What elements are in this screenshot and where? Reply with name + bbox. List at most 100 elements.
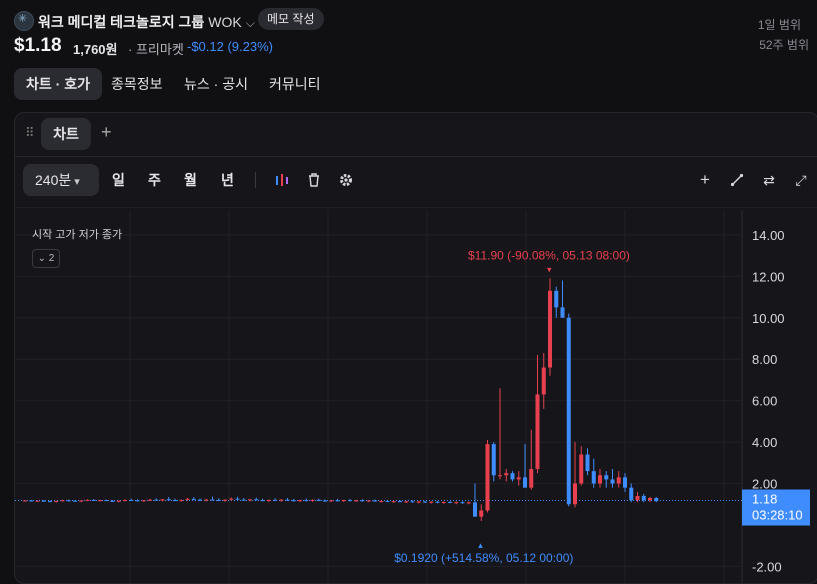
candle-body [404,501,409,503]
legend-collapse-button[interactable]: ⌄ 2 [32,249,60,268]
candle-body [410,501,415,503]
candle-body [516,477,521,480]
candle-body [173,500,177,502]
candle-body [235,498,240,500]
candle-body [316,499,321,501]
candle-body [204,499,209,501]
candle-body [335,500,340,502]
tab-news[interactable]: 뉴스 · 공시 [184,68,248,100]
indicator-count: 2 [48,253,55,264]
candle-body [79,500,84,502]
candle-body [110,500,115,502]
candle-body [629,487,634,501]
candle-body [198,499,202,501]
range-52w-label[interactable]: 52주 범위 [759,36,809,53]
candle-body [441,501,446,503]
candle-body [491,444,496,476]
candle-body [123,499,127,501]
candle-body [654,498,659,502]
candle-body [648,498,652,501]
candle-body [160,499,165,501]
y-tick-label: 6.00 [752,394,777,409]
candle-body [273,499,277,501]
candle-body [429,501,434,503]
candle-body [598,475,602,484]
y-tick-label: 14.00 [752,228,785,243]
y-tick-label: 2.00 [752,477,777,492]
candle-body [185,498,190,500]
candle-body [248,499,252,501]
range-1d-label[interactable]: 1일 범위 [758,16,801,33]
candle-body [641,495,646,501]
candle-body [360,500,365,502]
candle-body [504,473,509,476]
candle-body [604,475,609,480]
candle-body [548,290,552,368]
candle-body [373,500,377,502]
candle-body [466,502,471,504]
candle-body [148,499,152,501]
candle-body [85,499,90,501]
candle-body [398,501,402,503]
candle-body [129,499,134,501]
candle-body [135,500,140,502]
memo-button[interactable]: 메모 작성 [258,8,324,30]
candle-body [216,499,221,501]
candle-body [260,500,265,502]
chevron-down-icon[interactable]: ⌵ [246,16,255,30]
candle-body [48,501,52,503]
candle-body [541,367,546,395]
candle-body [91,499,96,501]
candle-body [104,500,109,502]
company-logo-icon [14,11,34,31]
candle-body [423,501,427,503]
candle-body [529,469,534,488]
candle-body [579,454,584,484]
candle-body [73,500,77,502]
candle-body [179,499,184,501]
candle-body [304,500,309,502]
y-tick-label: 12.00 [752,269,785,284]
candle-body [523,477,527,488]
y-tick-label: 8.00 [752,352,777,367]
tab-stock-info[interactable]: 종목정보 [111,68,163,100]
candle-body [29,500,34,502]
stock-header: 워크 메디컬 테크놀로지 그룹WOK ⌵ 메모 작성 $1.18 1,760원 ·… [14,8,817,66]
candle-body [416,501,421,503]
down-arrow-icon: ▾ [547,264,552,274]
candle-body [573,483,577,505]
candle-body [535,394,540,470]
stock-ticker: WOK [208,14,242,30]
candle-body [329,500,334,502]
candle-body [291,500,296,502]
candle-body [348,500,352,502]
last-price-value: 1.18 [752,492,777,507]
candle-body [610,479,615,484]
current-price: $1.18 [14,35,62,56]
candle-body [510,473,515,480]
candle-body [591,471,596,484]
candle-body [566,317,571,505]
candle-body [98,500,102,502]
market-session: · 프리마켓 [128,42,184,57]
candle-body [229,498,234,500]
candle-body [254,499,259,501]
candle-body [616,477,621,484]
ohlc-legend: 시작 고가 저가 종가 [32,229,123,241]
candlestick-chart[interactable]: 14.0012.0010.008.006.004.002.00-2.00$11.… [15,113,817,583]
high-annotation: $11.90 (-90.08%, 05.13 08:00) [468,248,630,262]
candle-body [454,502,459,504]
candle-body [323,500,327,502]
y-tick-label: 10.00 [752,311,785,326]
tab-chart-orderbook[interactable]: 차트 · 호가 [14,68,102,100]
candle-body [35,500,40,502]
tab-community[interactable]: 커뮤니티 [269,68,321,100]
candle-body [379,500,384,502]
last-price-time: 03:28:10 [752,508,803,523]
candle-body [54,500,59,502]
up-arrow-icon: ▴ [478,540,483,550]
stock-name[interactable]: 워크 메디컬 테크놀로지 그룹 WOK ⌵ [38,12,255,32]
candle-body [435,501,440,503]
candle-body [479,510,484,517]
chevron-down-icon: ⌄ [37,253,47,264]
